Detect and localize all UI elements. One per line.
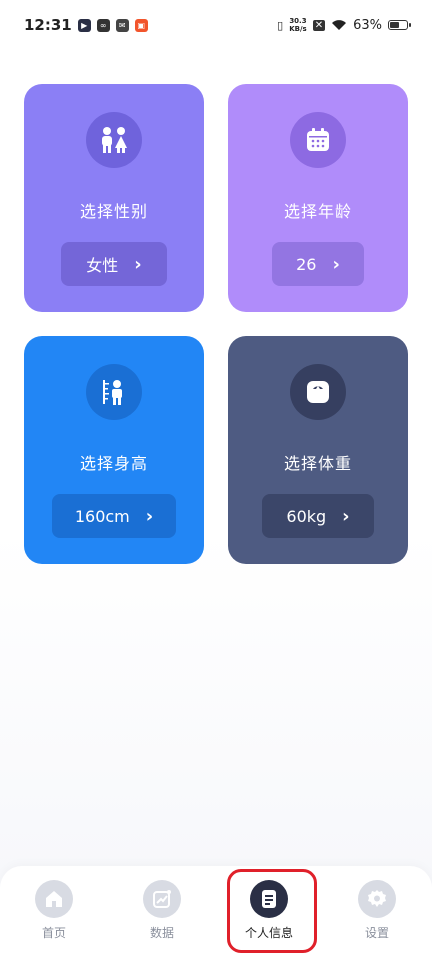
nav-settings-label: 设置 bbox=[364, 926, 389, 940]
chevron-right-icon: › bbox=[342, 505, 350, 527]
nav-data[interactable]: 数据 bbox=[122, 880, 202, 941]
weight-select-button[interactable]: 60kg › bbox=[262, 494, 374, 538]
gender-value: 女性 bbox=[86, 256, 119, 275]
gender-card-title: 选择性别 bbox=[79, 202, 148, 221]
weight-value: 60kg bbox=[286, 506, 327, 526]
chart-icon bbox=[143, 880, 181, 918]
gear-icon bbox=[358, 880, 396, 918]
status-right: ▯ 30.3 KB/s ✕ 63% bbox=[277, 17, 411, 33]
chevron-right-icon: › bbox=[332, 253, 340, 275]
scale-icon bbox=[290, 364, 346, 420]
vibrate-icon: ▯ bbox=[277, 18, 284, 32]
play-app-icon: ▶ bbox=[77, 18, 91, 32]
age-card-title: 选择年龄 bbox=[283, 202, 352, 221]
nav-profile[interactable]: 个人信息 bbox=[229, 880, 309, 941]
height-card[interactable]: 选择身高 160cm › bbox=[24, 336, 204, 564]
shop-app-icon: ▣ bbox=[134, 18, 148, 32]
battery-icon bbox=[388, 20, 411, 30]
link-app-icon: ∞ bbox=[96, 18, 110, 32]
height-value: 160cm bbox=[74, 506, 130, 526]
height-select-button[interactable]: 160cm › bbox=[52, 494, 176, 538]
age-value: 26 bbox=[296, 254, 317, 274]
document-icon bbox=[250, 880, 288, 918]
gender-icon bbox=[86, 112, 142, 168]
gender-card[interactable]: 选择性别 女性 › bbox=[24, 84, 204, 312]
nav-home[interactable]: 首页 bbox=[14, 880, 94, 941]
age-card[interactable]: 选择年龄 26 › bbox=[228, 84, 408, 312]
height-card-title: 选择身高 bbox=[79, 454, 148, 473]
gender-select-button[interactable]: 女性 › bbox=[61, 242, 167, 286]
chevron-right-icon: › bbox=[145, 505, 154, 527]
status-left: 12:31 ▶ ∞ ✉ ▣ bbox=[24, 16, 148, 34]
network-speed-value: 30.3 bbox=[289, 17, 307, 25]
battery-fill bbox=[390, 22, 400, 28]
chevron-right-icon: › bbox=[134, 253, 142, 275]
weight-card[interactable]: 选择体重 60kg › bbox=[228, 336, 408, 564]
network-speed: 30.3 KB/s bbox=[289, 17, 306, 33]
status-bar: 12:31 ▶ ∞ ✉ ▣ ▯ 30.3 KB/s ✕ 63% bbox=[0, 0, 432, 50]
status-time: 12:31 bbox=[24, 16, 72, 34]
nav-profile-label: 个人信息 bbox=[244, 926, 293, 940]
nav-settings[interactable]: 设置 bbox=[337, 880, 417, 941]
calendar-icon bbox=[290, 112, 346, 168]
weight-card-title: 选择体重 bbox=[283, 454, 352, 473]
network-speed-unit: KB/s bbox=[289, 25, 307, 33]
nav-home-label: 首页 bbox=[41, 926, 66, 940]
home-icon bbox=[35, 880, 73, 918]
wifi-icon bbox=[332, 20, 347, 30]
no-sim-icon: ✕ bbox=[312, 19, 326, 31]
mail-app-icon: ✉ bbox=[115, 18, 129, 32]
battery-percent: 63% bbox=[353, 17, 382, 33]
age-select-button[interactable]: 26 › bbox=[272, 242, 364, 286]
nav-data-label: 数据 bbox=[149, 926, 174, 940]
bottom-nav: 首页 数据 个人信息 设置 bbox=[0, 866, 432, 964]
height-icon bbox=[86, 364, 142, 420]
